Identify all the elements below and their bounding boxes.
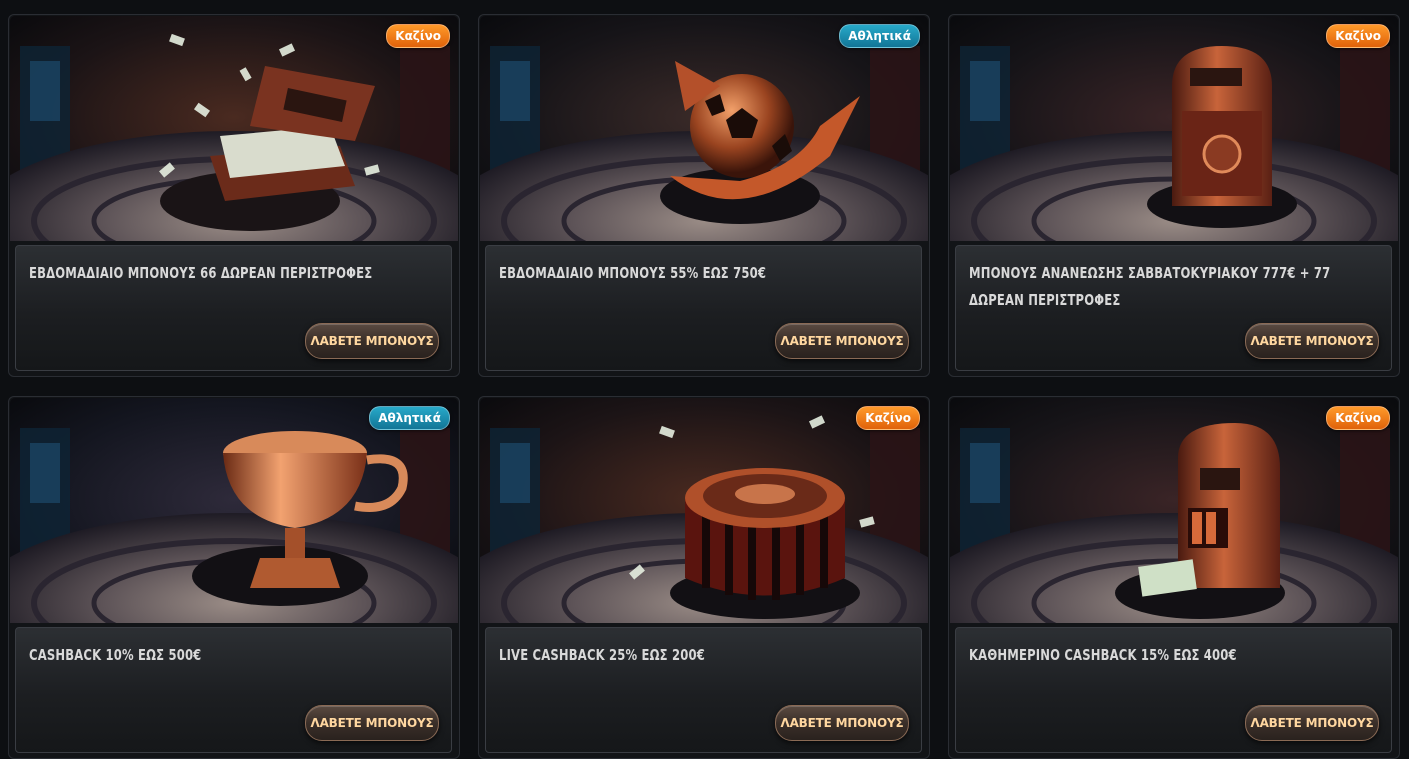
promo-title: CASHBACK 10% ΕΩΣ 500€	[29, 646, 202, 664]
category-badge: Καζίνο	[1326, 406, 1390, 430]
category-badge: Καζίνο	[1326, 24, 1390, 48]
promo-image-slot-machine[interactable]: Καζίνο	[950, 398, 1398, 623]
category-badge: Καζίνο	[856, 406, 920, 430]
promo-title: ΚΑΘΗΜΕΡΙΝΟ CASHBACK 15% ΕΩΣ 400€	[969, 646, 1237, 664]
claim-bonus-button[interactable]: ΛΑΒΕΤΕ ΜΠΟΝΟΥΣ	[775, 323, 909, 359]
promo-image-roulette-wheel[interactable]: Καζίνο	[480, 398, 928, 623]
promo-card-body: ΜΠΟΝΟΥΣ ΑΝΑΝΕΩΣΗΣ ΣΑΒΒΑΤΟΚΥΡΙΑΚΟΥ 777€ +…	[955, 245, 1392, 371]
claim-bonus-button[interactable]: ΛΑΒΕΤΕ ΜΠΟΝΟΥΣ	[775, 705, 909, 741]
promo-image-money-suitcase[interactable]: Καζίνο	[10, 16, 458, 241]
promo-image-trophy-cup[interactable]: Αθλητικά	[10, 398, 458, 623]
promo-image-football-arrow[interactable]: Αθλητικά	[480, 16, 928, 241]
promo-card-weekly-free-spins[interactable]: Καζίνο ΕΒΔΟΜΑΔΙΑΙΟ ΜΠΟΝΟΥΣ 66 ΔΩΡΕΑΝ ΠΕΡ…	[8, 14, 460, 377]
promo-card-weekend-reload[interactable]: Καζίνο ΜΠΟΝΟΥΣ ΑΝΑΝΕΩΣΗΣ ΣΑΒΒΑΤΟΚΥΡΙΑΚΟΥ…	[948, 14, 1400, 377]
promo-card-body: ΕΒΔΟΜΑΔΙΑΙΟ ΜΠΟΝΟΥΣ 55% ΕΩΣ 750€ ΛΑΒΕΤΕ …	[485, 245, 922, 371]
promo-card-cashback-10[interactable]: Αθλητικά CASHBACK 10% ΕΩΣ 500€ ΛΑΒΕΤΕ ΜΠ…	[8, 396, 460, 759]
category-badge: Αθλητικά	[839, 24, 920, 48]
category-badge: Καζίνο	[386, 24, 450, 48]
promo-card-body: LIVE CASHBACK 25% ΕΩΣ 200€ ΛΑΒΕΤΕ ΜΠΟΝΟΥ…	[485, 627, 922, 753]
promo-image-safe-box[interactable]: Καζίνο	[950, 16, 1398, 241]
promo-title: LIVE CASHBACK 25% ΕΩΣ 200€	[499, 646, 705, 664]
promo-card-body: ΚΑΘΗΜΕΡΙΝΟ CASHBACK 15% ΕΩΣ 400€ ΛΑΒΕΤΕ …	[955, 627, 1392, 753]
promo-card-body: CASHBACK 10% ΕΩΣ 500€ ΛΑΒΕΤΕ ΜΠΟΝΟΥΣ	[15, 627, 452, 753]
claim-bonus-button[interactable]: ΛΑΒΕΤΕ ΜΠΟΝΟΥΣ	[305, 323, 439, 359]
promo-card-body: ΕΒΔΟΜΑΔΙΑΙΟ ΜΠΟΝΟΥΣ 66 ΔΩΡΕΑΝ ΠΕΡΙΣΤΡΟΦΕ…	[15, 245, 452, 371]
claim-bonus-button[interactable]: ΛΑΒΕΤΕ ΜΠΟΝΟΥΣ	[1245, 323, 1379, 359]
promo-title: ΜΠΟΝΟΥΣ ΑΝΑΝΕΩΣΗΣ ΣΑΒΒΑΤΟΚΥΡΙΑΚΟΥ 777€ +…	[969, 264, 1331, 309]
promo-card-live-cashback[interactable]: Καζίνο LIVE CASHBACK 25% ΕΩΣ 200€ ΛΑΒΕΤΕ…	[478, 396, 930, 759]
claim-bonus-button[interactable]: ΛΑΒΕΤΕ ΜΠΟΝΟΥΣ	[1245, 705, 1379, 741]
claim-bonus-button[interactable]: ΛΑΒΕΤΕ ΜΠΟΝΟΥΣ	[305, 705, 439, 741]
promo-card-daily-cashback[interactable]: Καζίνο ΚΑΘΗΜΕΡΙΝΟ CASHBACK 15% ΕΩΣ 400€ …	[948, 396, 1400, 759]
promo-card-weekly-bonus-55[interactable]: Αθλητικά ΕΒΔΟΜΑΔΙΑΙΟ ΜΠΟΝΟΥΣ 55% ΕΩΣ 750…	[478, 14, 930, 377]
promo-title: ΕΒΔΟΜΑΔΙΑΙΟ ΜΠΟΝΟΥΣ 55% ΕΩΣ 750€	[499, 264, 767, 282]
category-badge: Αθλητικά	[369, 406, 450, 430]
promotions-grid: Καζίνο ΕΒΔΟΜΑΔΙΑΙΟ ΜΠΟΝΟΥΣ 66 ΔΩΡΕΑΝ ΠΕΡ…	[8, 14, 1401, 759]
promo-title: ΕΒΔΟΜΑΔΙΑΙΟ ΜΠΟΝΟΥΣ 66 ΔΩΡΕΑΝ ΠΕΡΙΣΤΡΟΦΕ…	[29, 264, 373, 282]
